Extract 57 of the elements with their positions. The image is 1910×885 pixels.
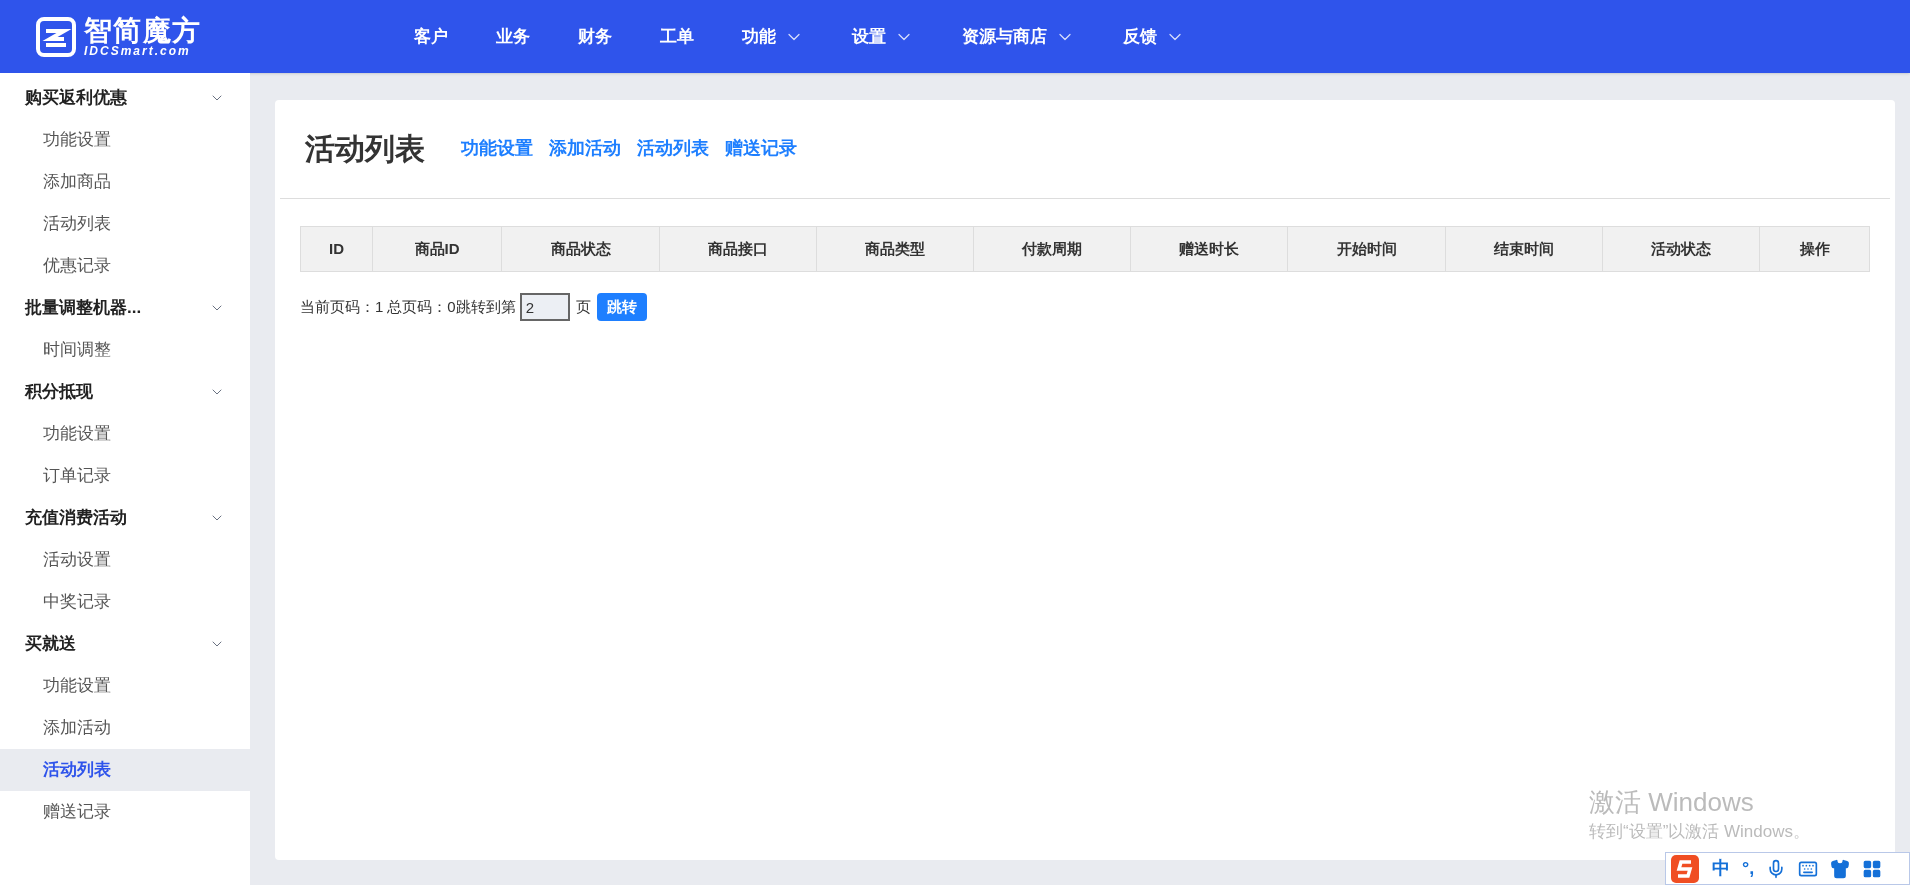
column-header: 商品接口 <box>659 227 816 271</box>
tab-link[interactable]: 赠送记录 <box>725 135 797 162</box>
column-header: 活动状态 <box>1602 227 1759 271</box>
column-header: 赠送时长 <box>1130 227 1287 271</box>
logo-text: 智简魔方 <box>84 16 202 45</box>
nav-item[interactable]: 财务 <box>554 0 636 73</box>
sidebar-item[interactable]: 功能设置 <box>0 665 250 707</box>
total-pages-text: 总页码：0 <box>387 296 456 317</box>
sidebar-item[interactable]: 优惠记录 <box>0 245 250 287</box>
activation-hint: 转到“设置”以激活 Windows。 <box>1589 820 1810 843</box>
logo-icon <box>36 16 76 57</box>
activation-title: 激活 Windows <box>1589 786 1755 819</box>
nav-item[interactable]: 功能 <box>718 0 828 73</box>
shirt-icon[interactable] <box>1830 858 1851 879</box>
sidebar-item[interactable]: 活动列表 <box>0 203 250 245</box>
jump-label: 跳转到第 <box>455 296 516 317</box>
column-header: 商品类型 <box>816 227 973 271</box>
nav-item[interactable]: 反馈 <box>1099 0 1209 73</box>
column-header: 付款周期 <box>973 227 1130 271</box>
column-header: ID <box>328 238 345 259</box>
sidebar-group[interactable]: 买就送 <box>0 623 250 665</box>
tab-link[interactable]: 功能设置 <box>461 135 533 162</box>
sidebar-item[interactable]: 订单记录 <box>0 455 250 497</box>
sidebar-item[interactable]: 活动设置 <box>0 539 250 581</box>
sidebar-item[interactable]: 功能设置 <box>0 413 250 455</box>
page-unit-text: 页 <box>575 296 591 317</box>
nav-item[interactable]: 客户 <box>390 0 472 73</box>
logo-subtext: IDCSmart.com <box>84 44 191 57</box>
grid-icon[interactable] <box>1862 858 1883 879</box>
current-page-text: 当前页码：1 <box>300 296 384 317</box>
column-header: 商品ID <box>372 227 501 271</box>
tab-link[interactable]: 添加活动 <box>549 135 621 162</box>
nav-item[interactable]: 业务 <box>472 0 554 73</box>
sidebar-group[interactable]: 购买返利优惠 <box>0 77 250 119</box>
sidebar-group[interactable]: 充值消费活动 <box>0 497 250 539</box>
sidebar-group[interactable]: 积分抵现 <box>0 371 250 413</box>
sidebar-item[interactable]: 活动列表 <box>0 749 250 791</box>
sidebar-item[interactable]: 功能设置 <box>0 119 250 161</box>
tab-link[interactable]: 活动列表 <box>637 135 709 162</box>
sidebar-group[interactable]: 批量调整机器... <box>0 287 250 329</box>
sidebar-item[interactable]: 时间调整 <box>0 329 250 371</box>
nav-item[interactable]: 设置 <box>828 0 938 73</box>
nav-item[interactable]: 工单 <box>636 0 718 73</box>
sidebar-item[interactable]: 添加商品 <box>0 161 250 203</box>
page-title: 活动列表 <box>305 134 425 164</box>
column-header: 开始时间 <box>1287 227 1445 271</box>
page-input[interactable]: 2 <box>519 293 570 321</box>
column-header: 商品状态 <box>501 227 659 271</box>
column-header: 结束时间 <box>1445 227 1602 271</box>
sidebar-item[interactable]: 添加活动 <box>0 707 250 749</box>
nav-item[interactable]: 资源与商店 <box>938 0 1099 73</box>
column-header: 操作 <box>1759 227 1869 271</box>
jump-button[interactable]: 跳转 <box>596 293 647 321</box>
ime-mode-text[interactable]: °, <box>1742 855 1755 882</box>
ime-mode-text[interactable]: 中 <box>1712 855 1730 882</box>
sidebar-item[interactable]: 赠送记录 <box>0 791 250 833</box>
sidebar-item[interactable]: 中奖记录 <box>0 581 250 623</box>
